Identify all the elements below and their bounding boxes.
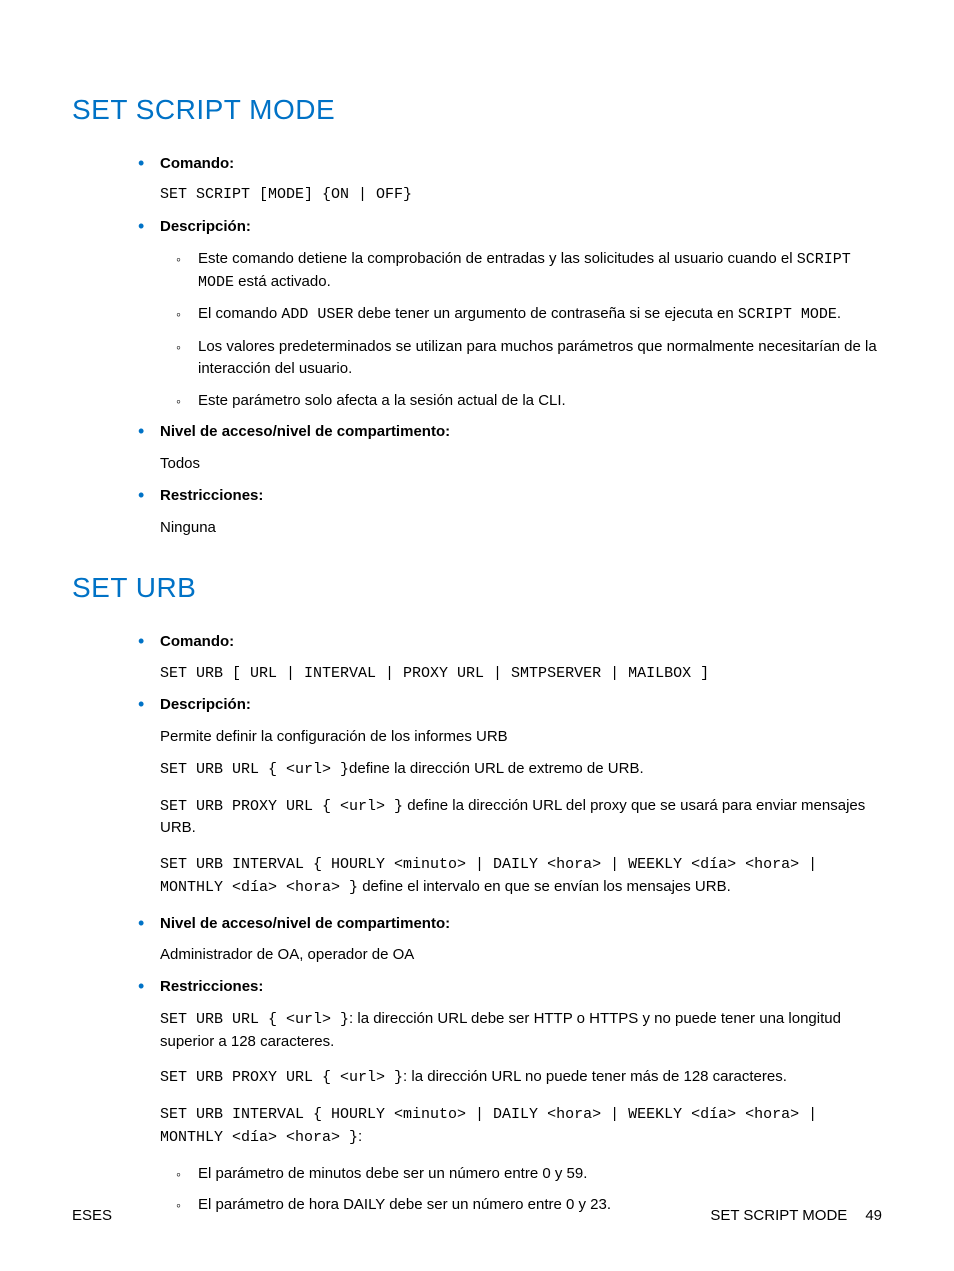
code: SET URB PROXY URL { <url> } <box>160 798 403 815</box>
page-footer: ESES SET SCRIPT MODE 49 <box>72 1205 882 1227</box>
label-descripcion: Descripción: <box>160 216 882 238</box>
footer-left: ESES <box>72 1205 112 1227</box>
desc-item-4: Este parámetro solo afecta a la sesión a… <box>198 390 882 412</box>
desc-item-1: Este comando detiene la comprobación de … <box>198 248 882 294</box>
code-comando: SET URB [ URL | INTERVAL | PROXY URL | S… <box>160 663 882 685</box>
heading-set-script-mode: SET SCRIPT MODE <box>72 90 882 131</box>
desc-p1: SET URB URL { <url> }define la dirección… <box>160 758 882 781</box>
code: SCRIPT MODE <box>738 306 837 323</box>
item-restricciones: Restricciones: SET URB URL { <url> } : la… <box>160 976 882 1216</box>
text: define el intervalo en que se envían los… <box>358 878 731 895</box>
restr-body: SET URB URL { <url> } : la dirección URL … <box>160 1008 882 1149</box>
item-descripcion: Descripción: Permite definir la configur… <box>160 694 882 898</box>
text: El comando <box>198 305 281 322</box>
code: SET URB URL { <url> } <box>160 1011 349 1028</box>
value-nivel: Administrador de OA, operador de OA <box>160 944 882 966</box>
text: debe tener un argumento de contraseña si… <box>353 305 737 322</box>
restr-sub-1: El parámetro de minutos debe ser un núme… <box>198 1163 882 1185</box>
section-set-script-mode: SET SCRIPT MODE Comando: SET SCRIPT [MOD… <box>72 90 882 538</box>
sublist-descripcion: Este comando detiene la comprobación de … <box>160 248 882 412</box>
code-comando: SET SCRIPT [MODE] {ON | OFF} <box>160 184 882 206</box>
code: SET URB INTERVAL { HOURLY <minuto> | DAI… <box>160 1106 817 1146</box>
restr-p2: SET URB PROXY URL { <url> }: la direcció… <box>160 1066 882 1089</box>
value-nivel: Todos <box>160 453 882 475</box>
label-descripcion: Descripción: <box>160 694 882 716</box>
desc-p3: SET URB INTERVAL { HOURLY <minuto> | DAI… <box>160 853 882 899</box>
label-restricciones: Restricciones: <box>160 485 882 507</box>
label-nivel: Nivel de acceso/nivel de compartimento: <box>160 913 882 935</box>
code: ADD USER <box>281 306 353 323</box>
section-set-urb: SET URB Comando: SET URB [ URL | INTERVA… <box>72 568 882 1216</box>
restr-p1: SET URB URL { <url> }: la dirección URL … <box>160 1008 882 1053</box>
list-set-urb: Comando: SET URB [ URL | INTERVAL | PROX… <box>72 631 882 1216</box>
footer-right: SET SCRIPT MODE 49 <box>710 1205 882 1227</box>
footer-page-number: 49 <box>865 1205 882 1227</box>
text: Este comando detiene la comprobación de … <box>198 250 797 267</box>
item-nivel: Nivel de acceso/nivel de compartimento: … <box>160 913 882 967</box>
label-comando: Comando: <box>160 153 882 175</box>
restr-p3: SET URB INTERVAL { HOURLY <minuto> | DAI… <box>160 1103 882 1149</box>
text: define la dirección URL de extremo de UR… <box>349 760 644 777</box>
code: SET URB PROXY URL { <url> } <box>160 1069 403 1086</box>
text: está activado. <box>234 273 331 290</box>
desc-item-3: Los valores predeterminados se utilizan … <box>198 336 882 380</box>
desc-item-2: El comando ADD USER debe tener un argume… <box>198 303 882 326</box>
list-set-script-mode: Comando: SET SCRIPT [MODE] {ON | OFF} De… <box>72 153 882 539</box>
text: : <box>358 1128 362 1145</box>
item-nivel: Nivel de acceso/nivel de compartimento: … <box>160 421 882 475</box>
label-restricciones: Restricciones: <box>160 976 882 998</box>
label-comando: Comando: <box>160 631 882 653</box>
desc-intro: Permite definir la configuración de los … <box>160 726 882 748</box>
label-nivel: Nivel de acceso/nivel de compartimento: <box>160 421 882 443</box>
item-comando: Comando: SET URB [ URL | INTERVAL | PROX… <box>160 631 882 685</box>
heading-set-urb: SET URB <box>72 568 882 609</box>
code: SET URB URL { <url> } <box>160 761 349 778</box>
item-comando: Comando: SET SCRIPT [MODE] {ON | OFF} <box>160 153 882 207</box>
desc-p2: SET URB PROXY URL { <url> } define la di… <box>160 795 882 840</box>
text: : la dirección URL no puede tener más de… <box>403 1068 787 1085</box>
item-restricciones: Restricciones: Ninguna <box>160 485 882 539</box>
item-descripcion: Descripción: Este comando detiene la com… <box>160 216 882 411</box>
footer-title: SET SCRIPT MODE <box>710 1205 847 1227</box>
text: . <box>837 305 841 322</box>
value-restricciones: Ninguna <box>160 517 882 539</box>
